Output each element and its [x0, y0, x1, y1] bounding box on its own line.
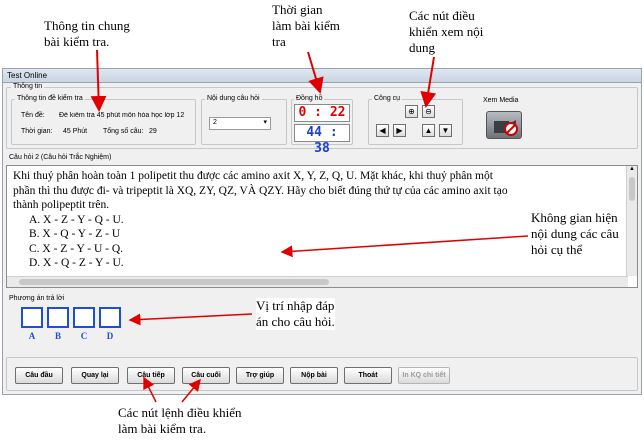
question-select-value: 2: [213, 119, 217, 126]
question-line: Khi thuỷ phân hoàn toàn 1 polipetit thu …: [13, 170, 493, 182]
exam-time-value: 45 Phút: [63, 128, 88, 135]
annotation-content-area: Không gian hiện nội dung các câu hỏi cụ th…: [531, 210, 619, 258]
answer-letter-b: B: [54, 331, 61, 341]
answer-box-a[interactable]: [21, 307, 43, 328]
left-button[interactable]: ◀: [376, 124, 389, 137]
answer-letter-c: C: [80, 331, 88, 341]
exam-time-label: Thời gian:: [21, 128, 53, 135]
no-media-icon: [494, 120, 518, 136]
question-select[interactable]: 2 ▾: [209, 117, 271, 130]
last-question-button[interactable]: Câu cuối: [182, 367, 230, 384]
question-line: phần thì thu được đi- và tripeptit là XQ…: [13, 184, 508, 197]
answer-box-d[interactable]: [99, 307, 121, 328]
info-group-label: Thông tin: [11, 83, 45, 90]
scroll-thumb[interactable]: [629, 177, 635, 201]
answer-letter-d: D: [106, 331, 114, 341]
zoom-in-button[interactable]: ⊕: [405, 105, 418, 118]
annotation-general-info: Thông tin chung bài kiểm tra.: [44, 18, 130, 49]
window-title: Test Online: [3, 69, 641, 83]
arrow-left-icon: ◀: [379, 126, 386, 135]
exam-info-group: [11, 99, 196, 145]
help-button[interactable]: Trợ giúp: [236, 367, 284, 384]
up-button[interactable]: ▲: [422, 124, 435, 137]
submit-button[interactable]: Nộp bài: [290, 367, 338, 384]
arrow-right-icon: ▶: [396, 126, 403, 135]
exam-info-label: Thông tin đề kiểm tra: [15, 95, 85, 102]
clock-remaining: 0 : 22: [294, 104, 350, 122]
horizontal-scroll-thumb[interactable]: [19, 279, 329, 285]
vertical-scrollbar[interactable]: ▲: [626, 166, 637, 276]
right-button[interactable]: ▶: [393, 124, 406, 137]
annotation-exam-controls: Các nút lệnh điều khiển làm bài kiểm tra.: [118, 405, 242, 436]
exam-name-label: Tên đề:: [21, 112, 45, 119]
arrow-down-icon: ▼: [441, 126, 450, 135]
annotation-view-controls: Các nút điều khiển xem nội dung: [409, 8, 484, 55]
answer-box-b[interactable]: [47, 307, 69, 328]
zoom-out-icon: ⊖: [425, 107, 432, 116]
answer-box-c[interactable]: [73, 307, 95, 328]
media-button[interactable]: [486, 111, 522, 139]
answer-label: Phương án trả lời: [9, 295, 65, 302]
horizontal-scrollbar[interactable]: [7, 276, 628, 287]
clock-label: Đồng hồ: [294, 95, 325, 102]
chevron-down-icon: ▾: [263, 119, 267, 126]
zoom-in-icon: ⊕: [408, 107, 415, 116]
annotation-answer-input: Vị trí nhập đáp án cho câu hỏi.: [256, 298, 335, 330]
answer-letter-a: A: [28, 331, 36, 341]
tools-label: Công cụ: [372, 95, 403, 102]
exam-name-value: Đề kiểm tra 45 phút môn hóa học lớp 12: [59, 112, 185, 119]
arrow-up-icon: ▲: [424, 126, 433, 135]
back-button[interactable]: Quay lại: [71, 367, 119, 384]
annotation-time: Thời gian làm bài kiểm tra: [272, 2, 340, 49]
zoom-out-button[interactable]: ⊖: [422, 105, 435, 118]
question-count-label: Tổng số câu:: [103, 128, 144, 135]
first-question-button[interactable]: Câu đầu: [15, 367, 63, 384]
next-question-button[interactable]: Câu tiếp: [127, 367, 175, 384]
scroll-up-icon: ▲: [629, 166, 635, 172]
print-detail-button[interactable]: In KQ chi tiết: [398, 367, 450, 384]
exit-button[interactable]: Thoát: [344, 367, 392, 384]
clock-elapsed: 44 : 38: [294, 124, 350, 156]
question-count-value: 29: [149, 128, 157, 135]
media-label: Xem Media: [481, 97, 521, 104]
option-d: D. X - Q - Z - Y - U.: [29, 257, 124, 269]
down-button[interactable]: ▼: [439, 124, 452, 137]
content-select-label: Nội dung câu hỏi: [205, 95, 262, 102]
question-label: Câu hỏi 2 (Câu hỏi Trắc Nghiệm): [9, 154, 112, 161]
